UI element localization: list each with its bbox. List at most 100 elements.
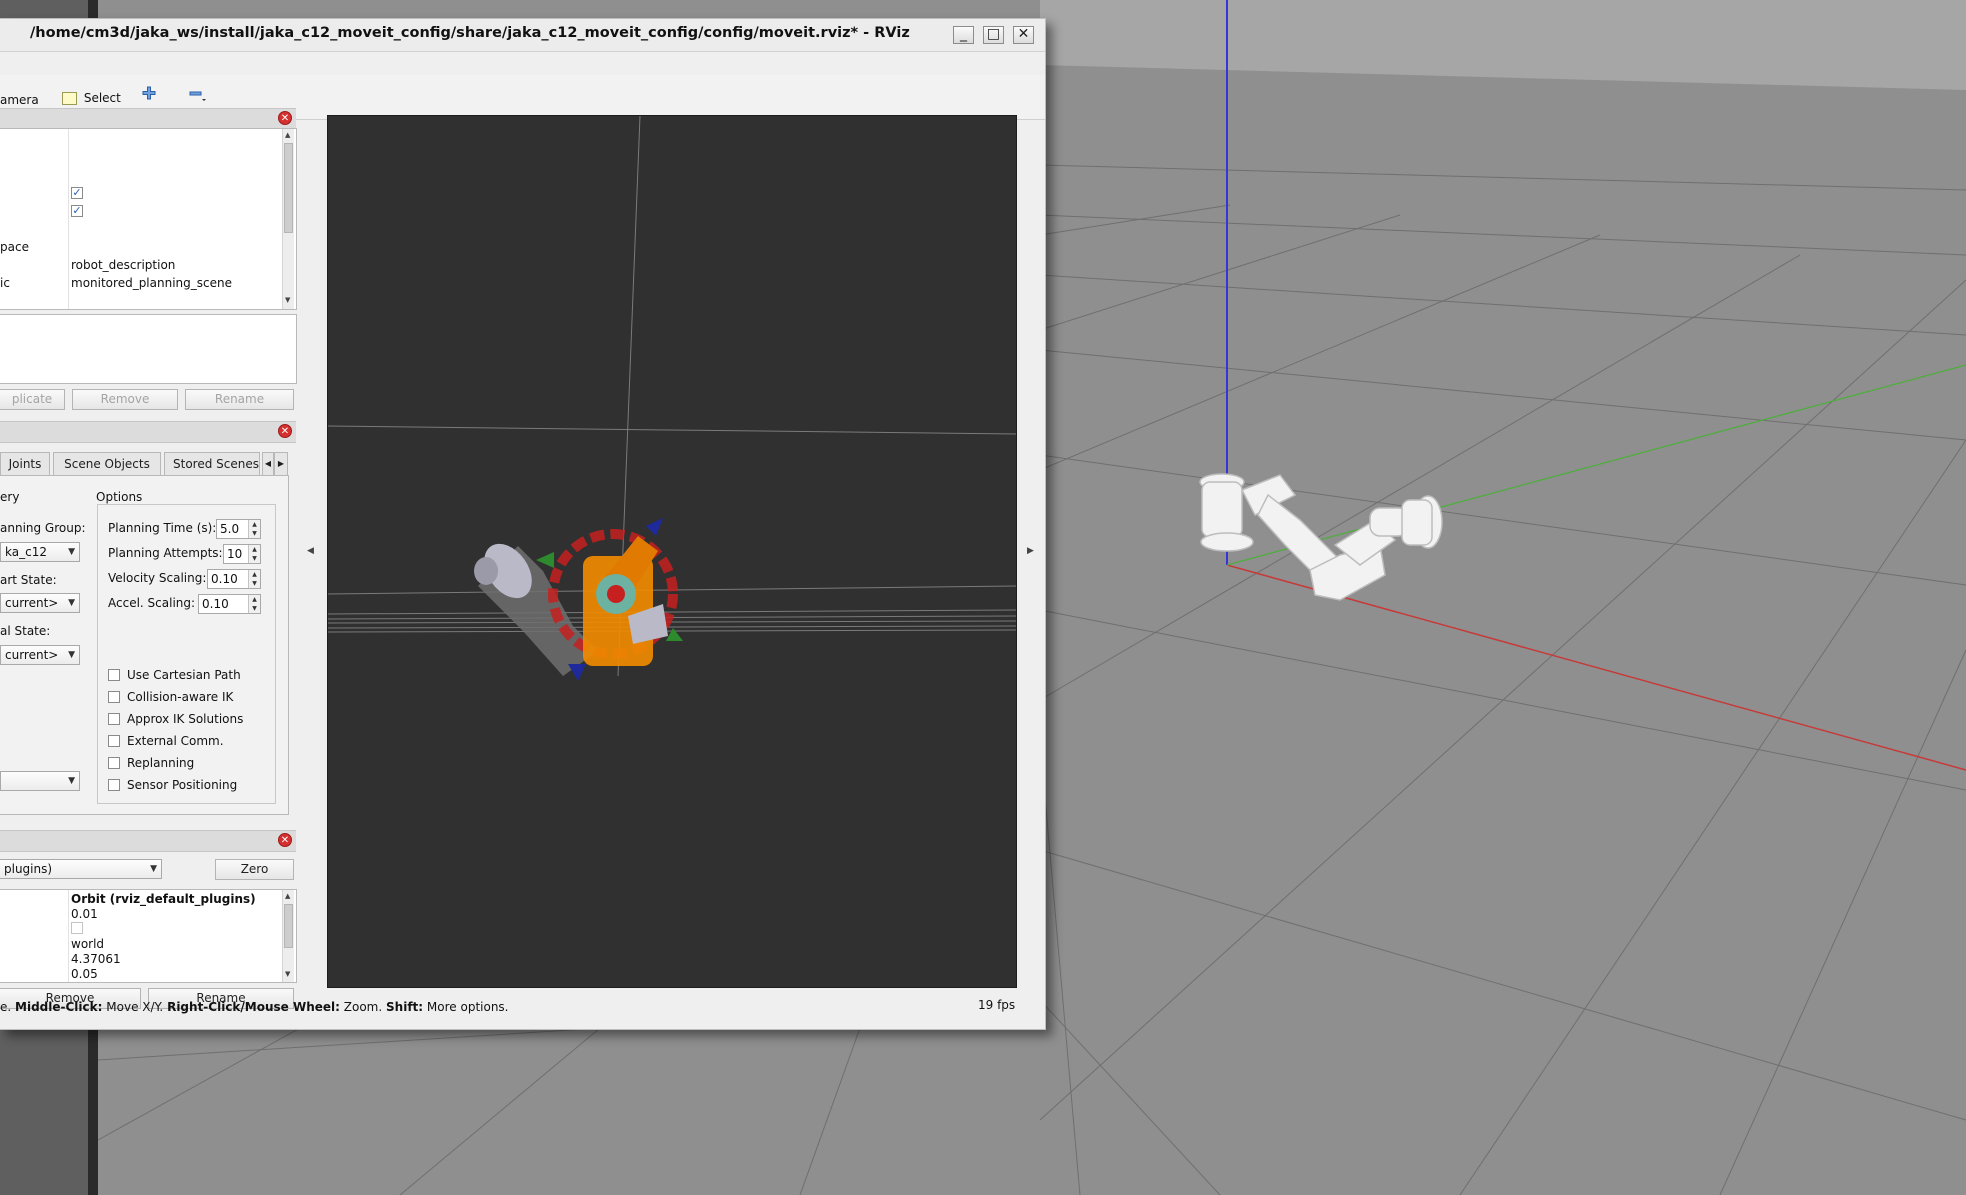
accel-scaling-label: Accel. Scaling: [108, 596, 196, 610]
add-tool-button[interactable] [141, 85, 157, 104]
status-hint: e. Middle-Click: Move X/Y. Right-Click/M… [0, 1000, 509, 1014]
checkbox-box[interactable] [108, 734, 120, 747]
minimize-icon: _ [960, 26, 967, 42]
scroll-up-icon[interactable]: ▲ [285, 892, 290, 900]
views-tree[interactable]: Orbit (rviz_default_plugins) 0.01 world … [0, 889, 297, 983]
views-scrollbar[interactable]: ▲ ▼ [282, 890, 294, 982]
displays-scrollbar[interactable]: ▲ ▼ [282, 129, 294, 309]
replanning-checkbox[interactable]: Replanning [108, 756, 194, 770]
menu-bar [0, 52, 1045, 74]
scroll-up-icon[interactable]: ▲ [285, 131, 290, 139]
minus-icon [189, 91, 206, 101]
checkbox-box[interactable] [108, 690, 120, 703]
checkbox-box[interactable] [108, 712, 120, 725]
scroll-down-icon[interactable]: ▼ [285, 296, 290, 304]
select-icon [62, 92, 77, 105]
collision-aware-ik-checkbox[interactable]: Collision-aware IK [108, 690, 233, 704]
start-state-select[interactable]: current> ▼ [0, 593, 80, 613]
spin-arrows-icon[interactable]: ▲ ▼ [248, 570, 260, 588]
select-tool-button[interactable]: Select [62, 91, 121, 105]
option-label: Collision-aware IK [127, 690, 234, 704]
spin-arrows-icon[interactable]: ▲ ▼ [248, 595, 260, 613]
display-enabled-checkbox[interactable]: ✓ [71, 187, 83, 199]
camera-tool-button[interactable]: amera [0, 93, 39, 107]
use-cartesian-path-checkbox[interactable]: Use Cartesian Path [108, 668, 241, 682]
view-type-select[interactable]: plugins) ▼ [0, 859, 162, 879]
spin-arrows-icon[interactable]: ▲ ▼ [248, 545, 260, 563]
viewport-scene [328, 116, 1016, 681]
goal-state-select[interactable]: current> ▼ [0, 645, 80, 665]
select-tool-label: Select [83, 91, 121, 105]
option-label: External Comm. [127, 734, 224, 748]
minimize-button[interactable]: _ [953, 26, 974, 44]
zero-view-button[interactable]: Zero [215, 859, 294, 880]
render-viewport[interactable] [327, 115, 1017, 988]
view-property-value[interactable]: 4.37061 [71, 952, 121, 966]
maximize-icon: □ [986, 26, 1001, 42]
status-middle-click-text: Move X/Y. [106, 1000, 164, 1014]
tab-scroll-right-icon[interactable]: ▶ [274, 452, 288, 475]
planning-attempts-value: 10 [227, 547, 243, 561]
planning-time-input[interactable]: 5.0 ▲ ▼ [216, 519, 261, 539]
options-group: Planning Time (s): 5.0 ▲ ▼ Planning Attem… [97, 504, 276, 804]
status-shift-label: Shift: [386, 1000, 424, 1014]
view-property-checkbox[interactable] [71, 922, 83, 934]
start-state-label: art State: [0, 573, 57, 587]
maximize-button[interactable]: □ [983, 26, 1004, 44]
property-label: ic [0, 276, 10, 290]
close-motion-panel-icon[interactable]: ✕ [278, 424, 292, 438]
view-property-value[interactable]: world [71, 937, 104, 951]
accel-scaling-input[interactable]: 0.10 ▲ ▼ [198, 594, 261, 614]
displays-tree[interactable]: ✓ ✓ pace robot_description ic monitored_… [0, 128, 297, 310]
property-value[interactable]: robot_description [71, 258, 175, 272]
displays-panel-header: ✕ [0, 108, 296, 130]
checkbox-box[interactable] [108, 778, 120, 791]
option-label: Approx IK Solutions [127, 712, 244, 726]
remove-tool-button[interactable] [188, 87, 208, 106]
planning-group-select[interactable]: ka_c12 ▼ [0, 542, 80, 562]
motion-planning-tabs: Joints Scene Objects Stored Scenes ◀ ▶ [0, 452, 290, 476]
view-property-value[interactable]: 0.05 [71, 967, 98, 981]
tab-joints[interactable]: Joints [0, 452, 50, 475]
checkbox-box[interactable] [108, 668, 120, 681]
spin-arrows-icon[interactable]: ▲ ▼ [248, 520, 260, 538]
planning-time-label: Planning Time (s): [108, 521, 217, 535]
planning-attempts-label: Planning Attempts: [108, 546, 223, 560]
close-views-panel-icon[interactable]: ✕ [278, 833, 292, 847]
collapse-left-icon[interactable]: ◀ [307, 546, 314, 556]
status-middle-click-label: Middle-Click: [15, 1000, 103, 1014]
title-bar[interactable]: /home/cm3d/jaka_ws/install/jaka_c12_move… [0, 19, 1045, 52]
options-title: Options [96, 490, 143, 504]
fps-counter: 19 fps [978, 998, 1016, 1012]
property-value[interactable]: monitored_planning_scene [71, 276, 232, 290]
planning-attempts-input[interactable]: 10 ▲ ▼ [223, 544, 261, 564]
velocity-scaling-input[interactable]: 0.10 ▲ ▼ [207, 569, 261, 589]
planning-group-value: ka_c12 [5, 545, 47, 559]
rename-display-button[interactable]: Rename [185, 389, 294, 410]
tab-scene-objects[interactable]: Scene Objects [53, 452, 161, 475]
remove-display-button[interactable]: Remove [72, 389, 178, 410]
bottom-select[interactable]: ▼ [0, 771, 80, 791]
robot-planning-visual[interactable] [474, 518, 683, 681]
duplicate-display-button[interactable]: plicate [0, 389, 65, 410]
checkbox-box[interactable] [108, 756, 120, 769]
goal-state-label: al State: [0, 624, 51, 638]
external-comm-checkbox[interactable]: External Comm. [108, 734, 224, 748]
tab-scroll-left-icon[interactable]: ◀ [262, 452, 274, 475]
approx-ik-solutions-checkbox[interactable]: Approx IK Solutions [108, 712, 243, 726]
view-type-value: plugins) [4, 862, 53, 876]
planning-group-label: anning Group: [0, 521, 86, 535]
display-enabled-checkbox[interactable]: ✓ [71, 205, 83, 217]
tab-stored-scenes[interactable]: Stored Scenes [164, 452, 260, 475]
status-shift-text: More options. [426, 1000, 509, 1014]
view-property-value[interactable]: 0.01 [71, 907, 98, 921]
collapse-right-icon[interactable]: ▶ [1027, 546, 1034, 556]
window-title: /home/cm3d/jaka_ws/install/jaka_c12_move… [30, 25, 910, 41]
chevron-down-icon: ▼ [68, 650, 75, 660]
motion-planning-content: ery anning Group: ka_c12 ▼ art State: cur… [0, 475, 289, 815]
close-window-button[interactable]: ✕ [1013, 26, 1034, 44]
close-displays-panel-icon[interactable]: ✕ [278, 111, 292, 125]
scroll-down-icon[interactable]: ▼ [285, 970, 290, 978]
sensor-positioning-checkbox[interactable]: Sensor Positioning [108, 778, 237, 792]
view-property-value[interactable]: Orbit (rviz_default_plugins) [71, 892, 256, 906]
